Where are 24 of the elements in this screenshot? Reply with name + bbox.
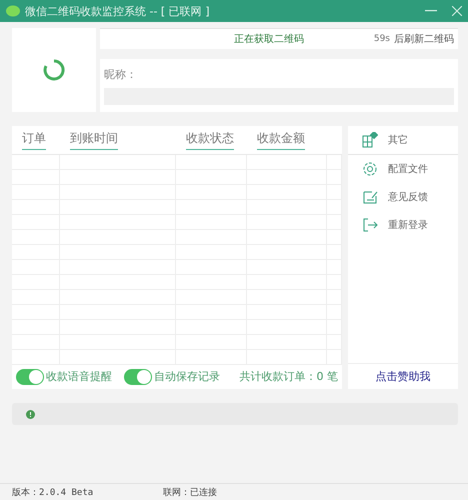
toggle-switch[interactable]	[124, 368, 152, 385]
nickname-label: 昵称：	[104, 67, 138, 82]
version-label: 版本：2.0.4 Beta	[12, 486, 94, 498]
grid-icon	[362, 132, 378, 148]
info-icon	[26, 410, 35, 418]
window-title: 微信二维码收款监控系统 -- [ 已联网 ]	[25, 4, 211, 18]
logout-icon	[362, 217, 378, 233]
toggle-label: 自动保存记录	[154, 369, 220, 384]
toggle-label: 收款语音提醒	[46, 369, 112, 384]
column-header: 收款状态	[186, 130, 234, 150]
minimize-icon[interactable]	[425, 10, 437, 12]
column-header: 到账时间	[70, 130, 118, 150]
column-header: 收款金额	[257, 130, 305, 150]
toggle-switch[interactable]	[16, 368, 44, 385]
gear-icon	[362, 161, 378, 177]
status-message: 正在获取二维码	[232, 32, 305, 46]
column-header: 订单	[22, 130, 46, 150]
edit-icon	[362, 189, 378, 205]
countdown: 59s	[374, 34, 390, 44]
refresh-label: 后刷新二维码	[394, 32, 454, 46]
chat-icon	[6, 5, 20, 17]
order-count: 共计收款订单：0 笔	[240, 369, 338, 384]
close-icon[interactable]	[452, 6, 462, 16]
network-status: 联网：已连接	[163, 486, 218, 498]
